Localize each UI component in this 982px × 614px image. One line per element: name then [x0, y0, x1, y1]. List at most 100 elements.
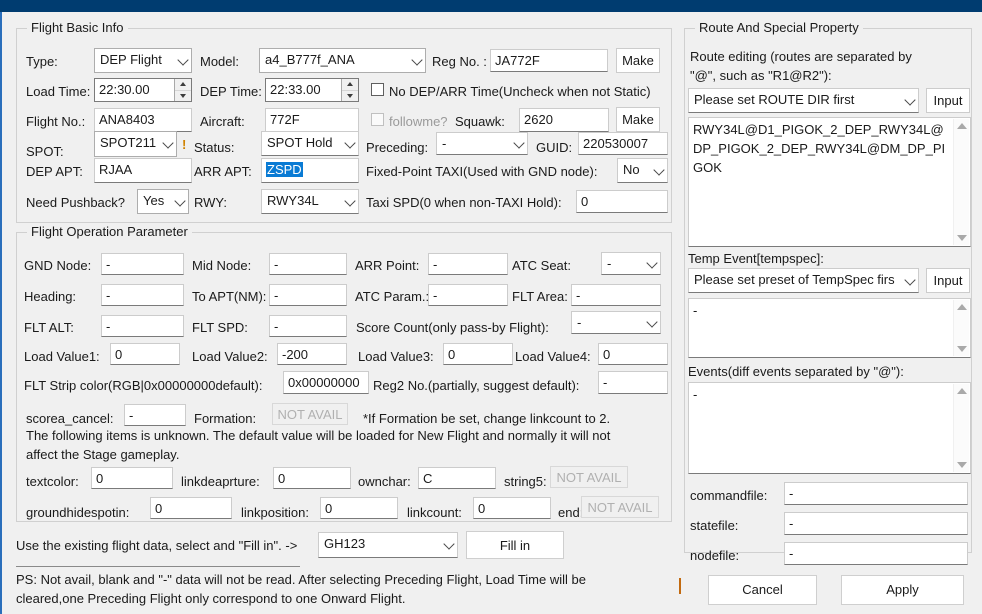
textcolor-input[interactable]: 0 — [91, 467, 173, 489]
heading-label: Heading: — [24, 290, 76, 304]
rwy-select[interactable]: RWY34L — [261, 189, 359, 214]
existing-flight-select[interactable]: GH123 — [318, 532, 458, 558]
reg-no-input[interactable]: JA772F — [490, 49, 608, 72]
route-dir-select-value: Please set ROUTE DIR first — [694, 92, 854, 107]
make-reg-button[interactable]: Make — [616, 48, 660, 73]
chevron-down-icon — [443, 538, 454, 549]
route-dir-select[interactable]: Please set ROUTE DIR first — [688, 88, 919, 113]
load-time-spin-buttons[interactable] — [174, 79, 191, 101]
dep-time-spin-buttons[interactable] — [341, 79, 358, 101]
load-value3-input[interactable]: 0 — [443, 343, 513, 365]
mid-node-input[interactable]: - — [269, 253, 347, 275]
events-textarea[interactable]: - — [688, 382, 971, 474]
load-value2-label: Load Value2: — [192, 350, 268, 364]
scroll-up-icon[interactable] — [957, 388, 967, 394]
guid-input[interactable]: 220530007 — [578, 132, 668, 155]
no-dep-arr-time-checkbox[interactable] — [371, 83, 384, 96]
temp-event-scrollbar[interactable] — [953, 300, 969, 356]
scorea-cancel-input[interactable]: - — [124, 404, 186, 426]
status-select[interactable]: SPOT Hold — [261, 131, 359, 156]
flt-strip-color-label: FLT Strip color(RGB|0x00000000default): — [24, 379, 262, 393]
window-titlebar — [0, 0, 982, 12]
events-scrollbar[interactable] — [953, 384, 969, 472]
dep-time-stepper[interactable]: 22:33.00 — [265, 78, 359, 102]
load-time-stepper[interactable]: 22:30.00 — [94, 78, 192, 102]
status-label: Status: — [194, 141, 234, 155]
make-squawk-button[interactable]: Make — [616, 107, 660, 132]
model-select[interactable]: a4_B777f_ANA — [259, 48, 426, 73]
load-value4-input[interactable]: 0 — [598, 343, 668, 365]
to-apt-input[interactable]: - — [269, 284, 347, 306]
fill-in-divider — [16, 566, 300, 567]
fill-in-button[interactable]: Fill in — [466, 531, 564, 559]
apply-button[interactable]: Apply — [841, 575, 964, 605]
atc-seat-select[interactable]: - — [601, 252, 661, 275]
spin-up-icon[interactable] — [175, 79, 191, 91]
dep-time-value: 22:33.00 — [270, 82, 321, 97]
followme-checkbox[interactable] — [371, 113, 384, 126]
scroll-up-icon[interactable] — [957, 304, 967, 310]
spot-select[interactable]: SPOT211 — [94, 131, 177, 157]
flt-alt-input[interactable]: - — [101, 315, 184, 337]
chevron-down-icon — [653, 164, 664, 175]
string5-label: string5: — [504, 475, 547, 489]
spin-down-icon[interactable] — [175, 91, 191, 102]
preceding-select[interactable]: - — [436, 132, 528, 155]
dep-apt-input[interactable]: RJAA — [94, 158, 192, 183]
route-textarea[interactable]: RWY34L@D1_PIGOK_2_DEP_RWY34L@DP_PIGOK_2_… — [688, 117, 971, 247]
temp-event-input-button[interactable]: Input — [926, 268, 970, 293]
scroll-down-icon[interactable] — [957, 462, 967, 468]
atc-seat-value: - — [607, 256, 611, 271]
temp-event-textarea[interactable]: - — [688, 298, 971, 358]
dep-time-label: DEP Time: — [200, 85, 262, 99]
load-value1-input[interactable]: 0 — [110, 343, 180, 365]
route-input-button[interactable]: Input — [926, 88, 970, 113]
formation-note: *If Formation be set, change linkcount t… — [363, 412, 610, 426]
heading-input[interactable]: - — [101, 284, 184, 306]
linkdeaprture-input[interactable]: 0 — [273, 467, 351, 489]
ownchar-input[interactable]: C — [418, 467, 496, 489]
statefile-input[interactable]: - — [784, 512, 968, 535]
chevron-down-icon — [344, 137, 355, 148]
fixed-point-taxi-select[interactable]: No — [617, 158, 668, 183]
commandfile-input[interactable]: - — [784, 482, 968, 505]
scroll-down-icon[interactable] — [957, 235, 967, 241]
flt-spd-input[interactable]: - — [269, 315, 347, 337]
atc-param-input[interactable]: - — [428, 284, 508, 306]
score-count-select[interactable]: - — [571, 311, 661, 334]
spin-down-icon[interactable] — [342, 91, 358, 102]
groundhidespotin-input[interactable]: 0 — [150, 497, 232, 519]
flt-area-input[interactable]: - — [571, 284, 661, 306]
flight-operation-parameter-legend: Flight Operation Parameter — [27, 224, 192, 239]
spin-up-icon[interactable] — [342, 79, 358, 91]
linkcount-input[interactable]: 0 — [473, 497, 551, 519]
model-select-value: a4_B777f_ANA — [265, 52, 355, 67]
linkposition-input[interactable]: 0 — [320, 497, 398, 519]
flight-no-input[interactable]: ANA8403 — [94, 108, 192, 132]
nodefile-input[interactable]: - — [784, 542, 968, 565]
need-pushback-select[interactable]: Yes — [137, 189, 189, 214]
flt-strip-color-input[interactable]: 0x00000000 — [283, 371, 369, 394]
scroll-up-icon[interactable] — [957, 123, 967, 129]
arr-apt-input[interactable]: ZSPD — [261, 158, 359, 183]
temp-spec-select[interactable]: Please set preset of TempSpec firs — [688, 268, 919, 293]
load-value2-input[interactable]: -200 — [277, 343, 347, 365]
formation-label: Formation: — [194, 412, 256, 426]
route-editing-label-line2: "@", such as "R1@R2"): — [690, 69, 832, 83]
score-count-value: - — [577, 315, 581, 330]
reg2-no-input[interactable]: - — [598, 371, 668, 394]
gnd-node-input[interactable]: - — [101, 253, 184, 275]
taxi-spd-input[interactable]: 0 — [576, 190, 668, 213]
chevron-down-icon — [177, 54, 188, 65]
cancel-button[interactable]: Cancel — [708, 575, 817, 605]
arr-point-input[interactable]: - — [428, 253, 508, 275]
chevron-down-icon — [646, 257, 657, 268]
aircraft-input[interactable]: 772F — [265, 108, 359, 132]
type-select[interactable]: DEP Flight — [94, 48, 192, 73]
reg-no-label: Reg No. : — [432, 55, 487, 69]
formation-input: NOT AVAIL — [272, 403, 348, 425]
scroll-down-icon[interactable] — [957, 346, 967, 352]
route-editing-label-line1: Route editing (routes are separated by — [690, 50, 912, 64]
squawk-input[interactable]: 2620 — [519, 108, 609, 132]
route-scrollbar[interactable] — [953, 119, 969, 245]
